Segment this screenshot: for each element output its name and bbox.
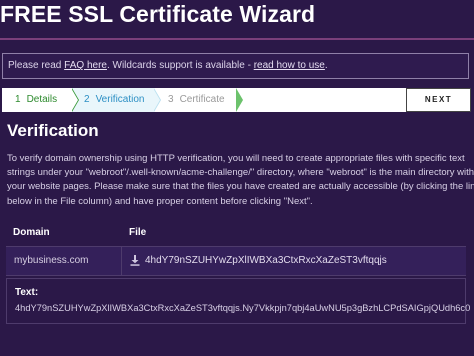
cell-divider — [121, 247, 122, 275]
step-label: Certificate — [179, 94, 225, 105]
notice-bar: Please read FAQ here. Wildcards support … — [2, 53, 469, 79]
step-certificate[interactable]: 3 Certificate — [154, 88, 236, 112]
notice-middle: . Wildcards support is available - — [106, 60, 254, 71]
step-verification[interactable]: 2 Verification — [72, 88, 154, 112]
page-title: FREE SSL Certificate Wizard — [0, 1, 316, 27]
verification-text-value[interactable]: 4hdY79nSZUHYwZpXlIWBXa3CtxRxcXaZeST3vftq… — [15, 303, 470, 313]
domain-cell: mybusiness.com — [14, 255, 89, 266]
wizard-steps: 1 Details 2 Verification 3 Certificate NEXT — [2, 88, 471, 112]
text-label: Text: — [15, 287, 39, 298]
description-line: below in the File column) and have prope… — [7, 195, 313, 207]
download-icon[interactable] — [130, 255, 140, 266]
step-number: 2 — [84, 94, 90, 105]
step-arrow-fill — [153, 88, 160, 112]
step-label: Details — [26, 94, 58, 105]
howto-link[interactable]: read how to use — [254, 60, 325, 71]
verification-text-box: Text: 4hdY79nSZUHYwZpXlIWBXa3CtxRxcXaZeS… — [6, 278, 470, 324]
notice-prefix: Please read — [8, 60, 65, 71]
step-number: 3 — [168, 94, 174, 105]
step-details[interactable]: 1 Details — [2, 88, 72, 112]
column-header-domain: Domain — [13, 227, 50, 238]
verification-description: To verify domain ownership using HTTP ve… — [7, 152, 474, 209]
column-header-file: File — [129, 227, 147, 238]
step-label: Verification — [95, 94, 145, 105]
next-button[interactable]: NEXT — [406, 88, 471, 112]
notice-suffix: . — [324, 60, 328, 71]
section-title: Verification — [7, 121, 99, 140]
title-divider — [0, 38, 474, 40]
description-line: To verify domain ownership using HTTP ve… — [7, 153, 465, 164]
step-number: 1 — [15, 94, 21, 105]
description-line: strings under your "webroot"/.well-known… — [7, 167, 474, 179]
step-arrow — [236, 88, 243, 112]
table-row: mybusiness.com 4hdY79nSZUHYwZpXlIWBXa3Ct… — [6, 246, 466, 276]
step-arrow-fill — [71, 88, 78, 112]
description-line: your website pages. Please make sure tha… — [7, 181, 474, 193]
file-link[interactable]: 4hdY79nSZUHYwZpXlIWBXa3CtxRxcXaZeST3vftq… — [145, 247, 387, 275]
faq-link[interactable]: FAQ here — [64, 60, 107, 71]
